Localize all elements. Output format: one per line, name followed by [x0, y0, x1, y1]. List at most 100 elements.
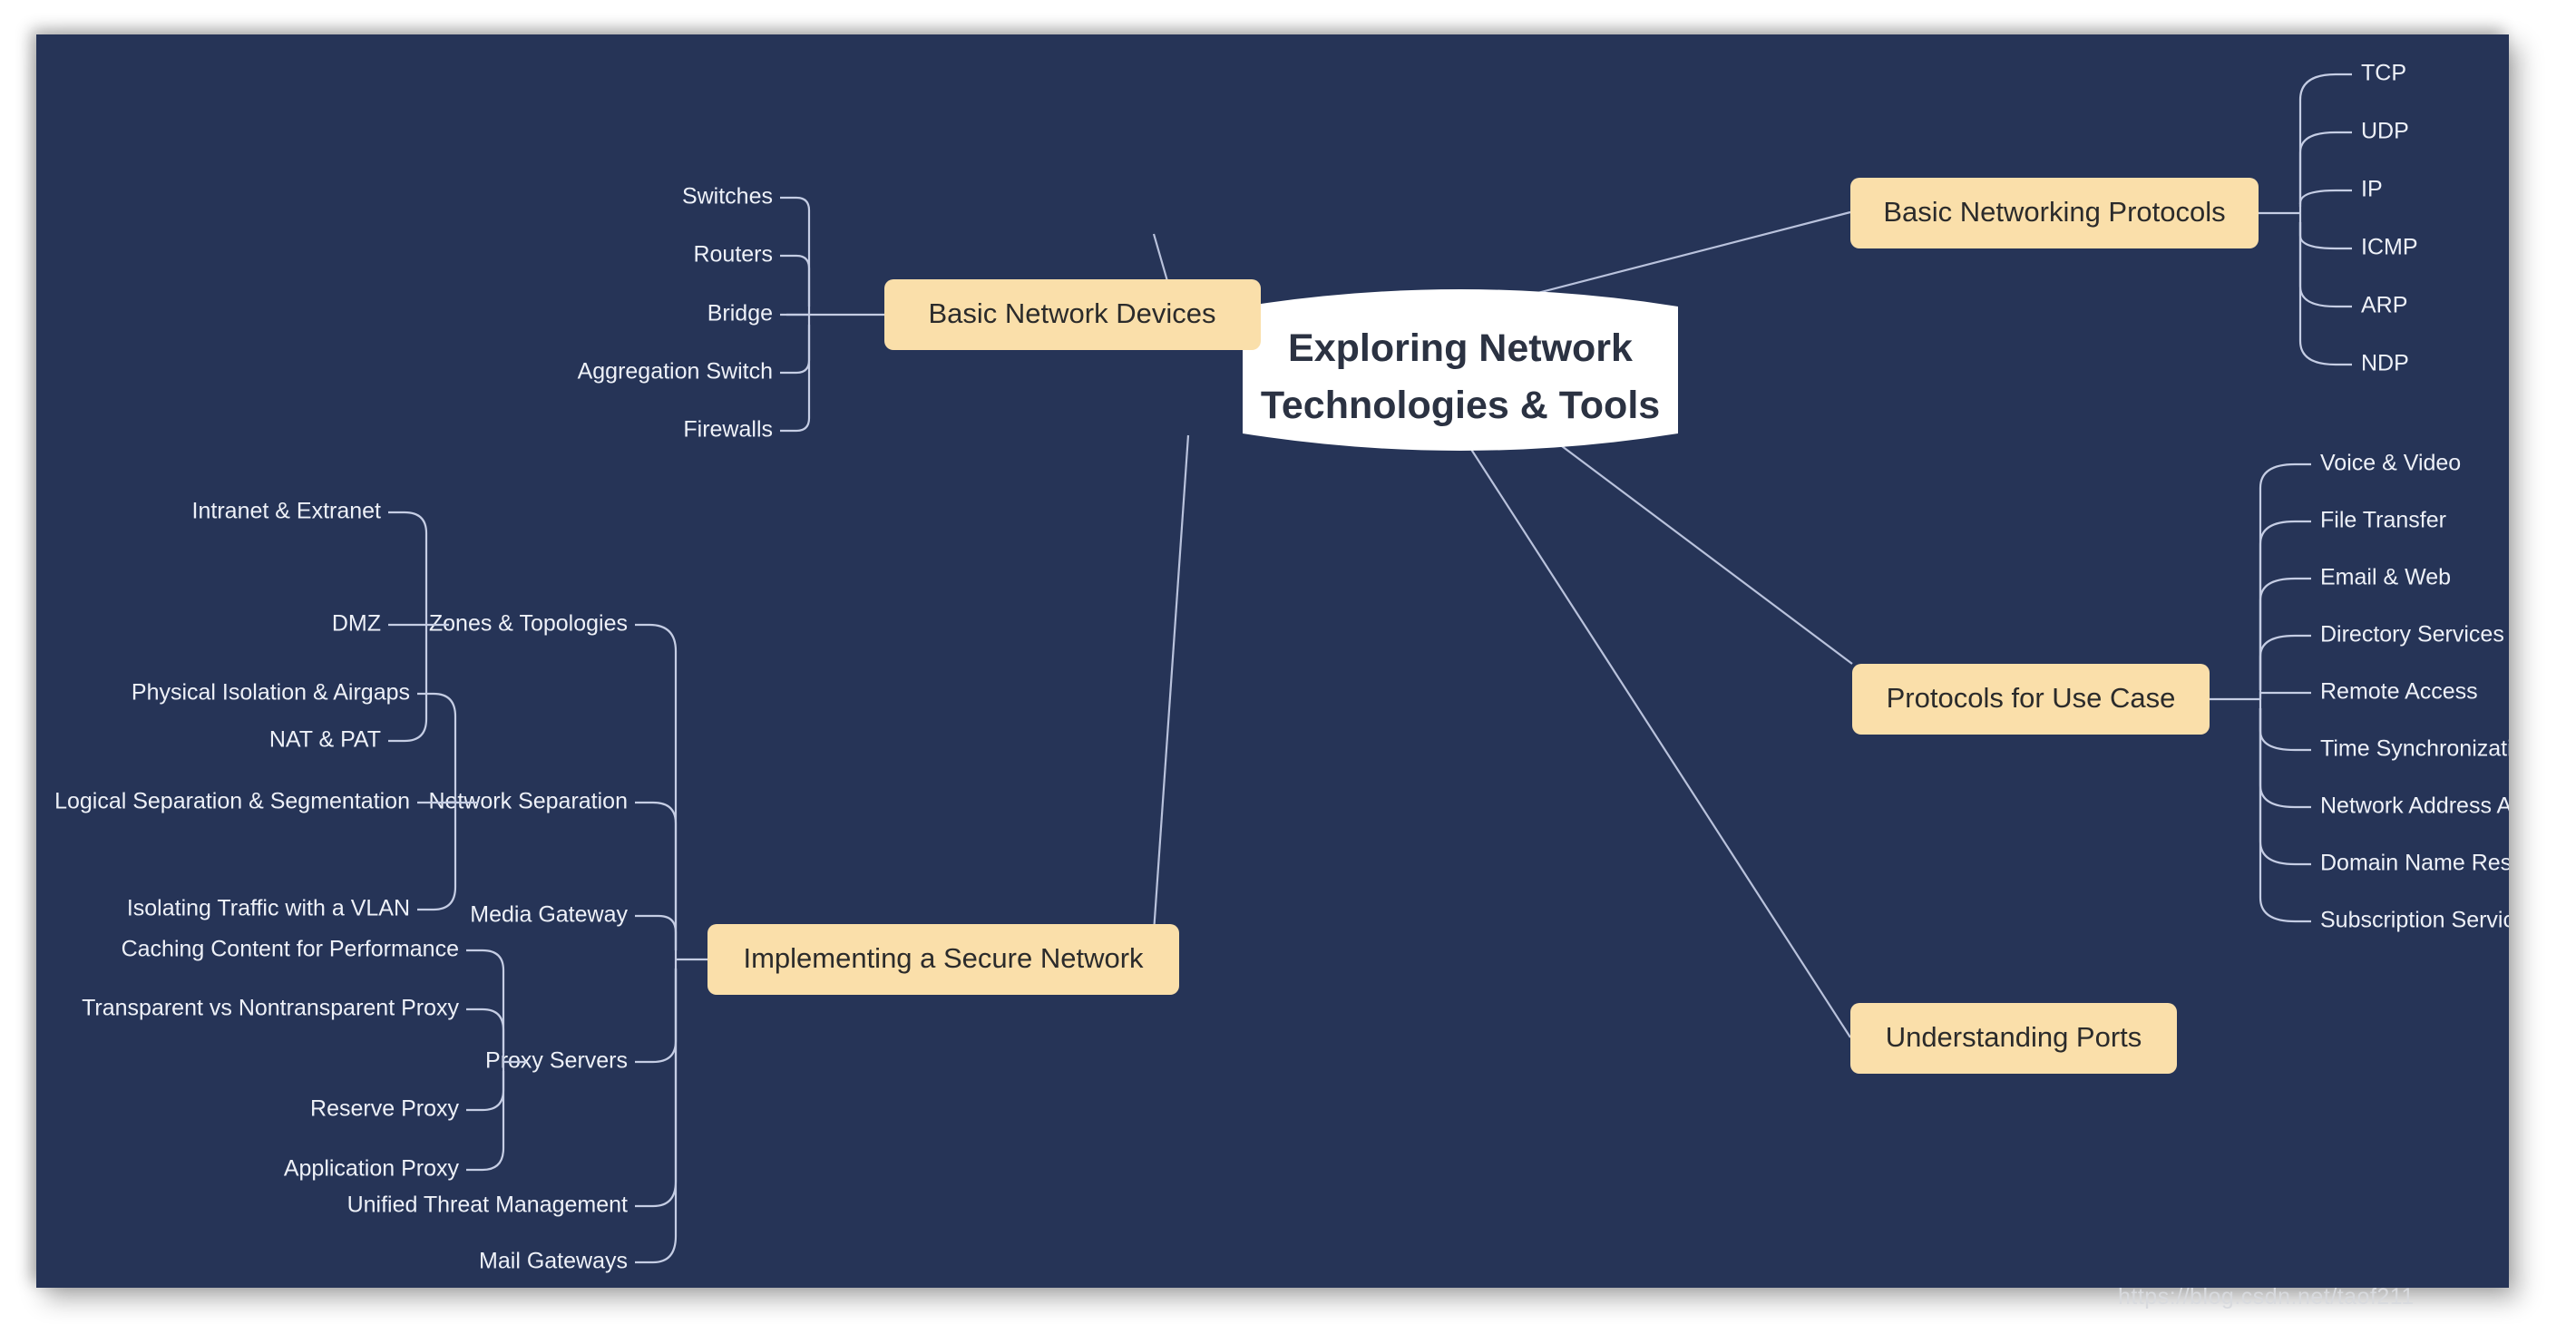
leaf-transparent-vs-nontransparent-proxy[interactable]: Transparent vs Nontransparent Proxy: [82, 996, 459, 1021]
connectors-basic-networking-protocols: [2259, 73, 2352, 366]
root-link-understanding-ports: [1461, 434, 1851, 1038]
leaf-arp[interactable]: ARP: [2361, 293, 2407, 318]
leaf-reserve-proxy[interactable]: Reserve Proxy: [310, 1096, 459, 1122]
branch-protocols-for-use-case: Protocols for Use Case Voice & Video Fil…: [1852, 451, 2509, 933]
box-basic-network-devices[interactable]: Basic Network Devices: [884, 279, 1261, 350]
branch-implementing-a-secure-network: Implementing a Secure Network Zones & To…: [54, 499, 1179, 1274]
box-label-protocols-for-use-case: Protocols for Use Case: [1887, 682, 2176, 714]
sub-mail-gateways[interactable]: Mail Gateways: [479, 1249, 628, 1274]
elbow-unified-threat-management: [635, 969, 678, 1208]
leaf-email-and-web[interactable]: Email & Web: [2320, 565, 2451, 590]
sub-media-gateway[interactable]: Media Gateway: [470, 902, 628, 928]
elbow-email-web: [2259, 577, 2311, 690]
elbow-network-separation: [635, 801, 678, 950]
branch-understanding-ports: Understanding Ports: [1850, 1003, 2177, 1074]
leaf-intranet-and-extranet[interactable]: Intranet & Extranet: [192, 499, 382, 524]
elbow-icmp: [2298, 222, 2352, 250]
elbow-zones-topologies: [635, 623, 678, 950]
elbow-network-address-allocation: [2259, 708, 2311, 809]
leaves-basic-network-devices: Switches Routers Bridge Aggregation Swit…: [578, 184, 773, 443]
leaf-routers[interactable]: Routers: [693, 242, 773, 268]
leaves-zones-and-topologies: Intranet & Extranet DMZ NAT & PAT: [192, 499, 382, 753]
elbow-time-synchronization: [2259, 708, 2311, 752]
mindmap-svg: Exploring Network Technologies & Tools B…: [54, 61, 2509, 1274]
mindmap-canvas: Exploring Network Technologies & Tools B…: [36, 34, 2509, 1288]
leaf-directory-services[interactable]: Directory Services: [2320, 622, 2504, 647]
connectors-implementing-secure-network: [635, 623, 707, 1264]
leaf-switches[interactable]: Switches: [682, 184, 773, 209]
elbow-ndp: [2298, 222, 2352, 366]
box-label-implementing-secure-network: Implementing a Secure Network: [743, 942, 1144, 974]
elbow-transparent-proxy: [466, 1008, 505, 1053]
leaves-protocols-for-use-case: Voice & Video File Transfer Email & Web …: [2320, 451, 2509, 933]
connectors-protocols-for-use-case: [2210, 462, 2311, 923]
leaf-application-proxy[interactable]: Application Proxy: [284, 1156, 460, 1182]
leaves-network-separation: Physical Isolation & Airgaps Logical Sep…: [54, 680, 410, 921]
elbow-routers: [780, 254, 811, 307]
root-link-implementing-secure-network: [1152, 434, 1190, 933]
leaf-dmz[interactable]: DMZ: [332, 611, 381, 637]
leaf-file-transfer[interactable]: File Transfer: [2320, 508, 2446, 533]
root-title-line2: Technologies & Tools: [1261, 384, 1660, 427]
root-node[interactable]: Exploring Network Technologies & Tools: [1243, 289, 1678, 451]
leaf-firewalls[interactable]: Firewalls: [683, 417, 773, 443]
leaf-bridge[interactable]: Bridge: [707, 301, 773, 326]
elbow-physical-isolation: [417, 692, 457, 793]
sub-unified-threat-management[interactable]: Unified Threat Management: [347, 1193, 628, 1218]
leaf-subscription-services[interactable]: Subscription Services: [2320, 908, 2509, 933]
sub-zones-and-topologies[interactable]: Zones & Topologies: [429, 611, 628, 637]
mindmap-page: Exploring Network Technologies & Tools B…: [0, 0, 2576, 1324]
box-implementing-a-secure-network[interactable]: Implementing a Secure Network: [707, 924, 1179, 995]
elbow-switches: [780, 196, 811, 307]
elbow-domain-name-resolution: [2259, 708, 2311, 866]
branch-basic-networking-protocols: Basic Networking Protocols TCP UDP IP IC…: [1850, 61, 2418, 376]
elbow-proxy-servers: [635, 969, 678, 1064]
connectors-basic-network-devices: [780, 196, 884, 433]
leaf-ndp[interactable]: NDP: [2361, 351, 2409, 376]
leaves-basic-networking-protocols: TCP UDP IP ICMP ARP NDP: [2361, 61, 2418, 376]
sub-proxy-servers[interactable]: Proxy Servers: [485, 1048, 628, 1074]
watermark-text: https://blog.csdn.net/taof211: [2118, 1284, 2415, 1309]
elbow-media-gateway: [635, 914, 678, 950]
leaf-nat-and-pat[interactable]: NAT & PAT: [269, 727, 381, 753]
leaf-voice-and-video[interactable]: Voice & Video: [2320, 451, 2461, 476]
leaf-remote-access[interactable]: Remote Access: [2320, 679, 2478, 705]
box-label-basic-network-devices: Basic Network Devices: [929, 297, 1216, 329]
leaf-isolating-traffic-with-a-vlan[interactable]: Isolating Traffic with a VLAN: [127, 896, 410, 921]
elbow-voice-video: [2259, 462, 2311, 690]
box-basic-networking-protocols[interactable]: Basic Networking Protocols: [1850, 178, 2259, 248]
elbow-directory-services: [2259, 634, 2311, 690]
box-label-understanding-ports: Understanding Ports: [1886, 1021, 2142, 1053]
elbow-isolating-traffic-vlan: [417, 812, 457, 911]
leaves-proxy-servers: Caching Content for Performance Transpar…: [82, 937, 459, 1182]
elbow-intranet-extranet: [388, 511, 428, 616]
leaf-physical-isolation-and-airgaps[interactable]: Physical Isolation & Airgaps: [132, 680, 410, 706]
elbow-reserve-proxy: [466, 1071, 505, 1112]
box-understanding-ports[interactable]: Understanding Ports: [1850, 1003, 2177, 1074]
elbow-remote-access: [2259, 691, 2311, 699]
leaf-caching-content-for-performance[interactable]: Caching Content for Performance: [122, 937, 459, 962]
sub-network-separation[interactable]: Network Separation: [428, 789, 628, 814]
leaf-icmp[interactable]: ICMP: [2361, 235, 2418, 260]
elbow-arp: [2298, 222, 2352, 308]
box-label-basic-networking-protocols: Basic Networking Protocols: [1883, 196, 2225, 228]
elbow-aggregation-switch: [780, 325, 811, 375]
root-title-line1: Exploring Network: [1288, 326, 1633, 370]
elbow-subscription-services: [2259, 708, 2311, 923]
elbow-application-proxy: [466, 1071, 505, 1172]
branch-basic-network-devices: Basic Network Devices Switches Routers B…: [578, 184, 1261, 443]
leaf-time-synchronization[interactable]: Time Synchronization: [2320, 736, 2509, 762]
leaf-udp[interactable]: UDP: [2361, 119, 2409, 144]
elbow-mail-gateways: [635, 969, 678, 1264]
leaf-aggregation-switch[interactable]: Aggregation Switch: [578, 359, 773, 385]
elbow-ip: [2298, 189, 2352, 207]
leaf-tcp[interactable]: TCP: [2361, 61, 2406, 86]
box-protocols-for-use-case[interactable]: Protocols for Use Case: [1852, 664, 2210, 735]
elbow-file-transfer: [2259, 520, 2311, 690]
elbow-firewalls: [780, 325, 811, 433]
leaf-logical-separation-and-segmentation[interactable]: Logical Separation & Segmentation: [54, 789, 410, 814]
leaf-ip[interactable]: IP: [2361, 177, 2383, 202]
leaf-domain-name-resolution[interactable]: Domain Name Resolution: [2320, 851, 2509, 876]
elbow-caching-content: [466, 949, 505, 1053]
leaf-network-address-allocation[interactable]: Network Address Allocation: [2320, 793, 2509, 819]
